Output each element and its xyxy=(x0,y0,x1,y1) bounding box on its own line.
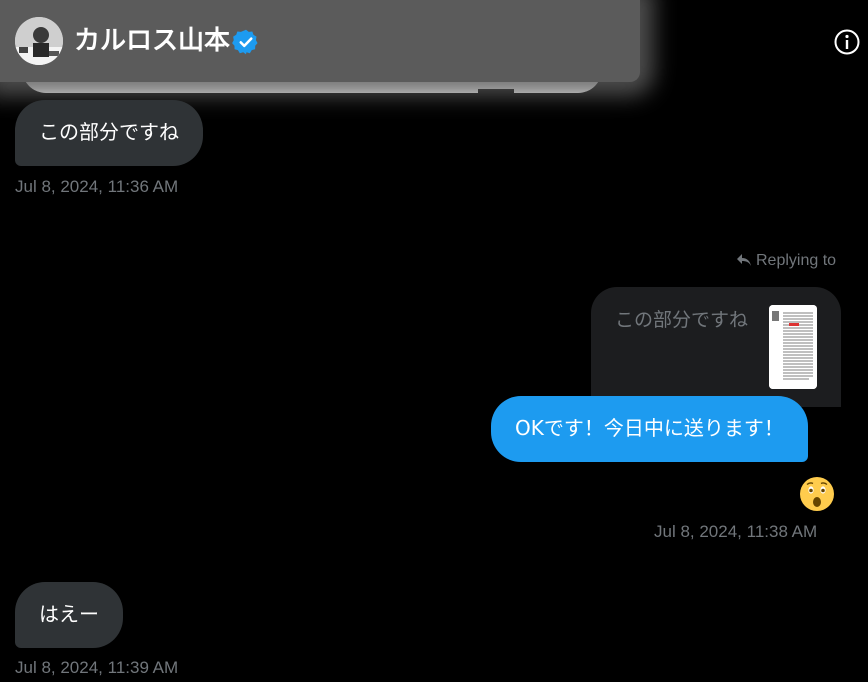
verified-badge-icon xyxy=(232,29,258,55)
message-timestamp: Jul 8, 2024, 11:36 AM xyxy=(15,177,179,196)
quoted-image-thumbnail xyxy=(769,305,817,389)
quoted-message[interactable]: この部分ですね xyxy=(591,287,841,407)
contact-name[interactable]: カルロス山本 xyxy=(74,24,230,58)
media-overlay-mark xyxy=(478,89,514,93)
message-timestamp: Jul 8, 2024, 11:38 AM xyxy=(654,522,818,541)
info-icon[interactable] xyxy=(832,27,862,57)
message-bubble-incoming[interactable]: この部分ですね xyxy=(15,100,203,166)
avatar[interactable] xyxy=(15,17,63,65)
astonished-face-reaction-icon[interactable] xyxy=(799,476,835,512)
replying-to-indicator: Replying to xyxy=(736,252,836,270)
replying-to-label: Replying to xyxy=(756,252,837,269)
message-bubble-outgoing[interactable]: OKです！今日中に送ります！ xyxy=(491,396,808,462)
quoted-message-text: この部分ですね xyxy=(615,309,749,331)
conversation-header: カルロス山本 xyxy=(0,0,868,82)
message-bubble-incoming[interactable]: はえー xyxy=(15,582,123,648)
message-timestamp: Jul 8, 2024, 11:39 AM xyxy=(15,658,179,677)
reply-arrow-icon xyxy=(737,254,751,266)
